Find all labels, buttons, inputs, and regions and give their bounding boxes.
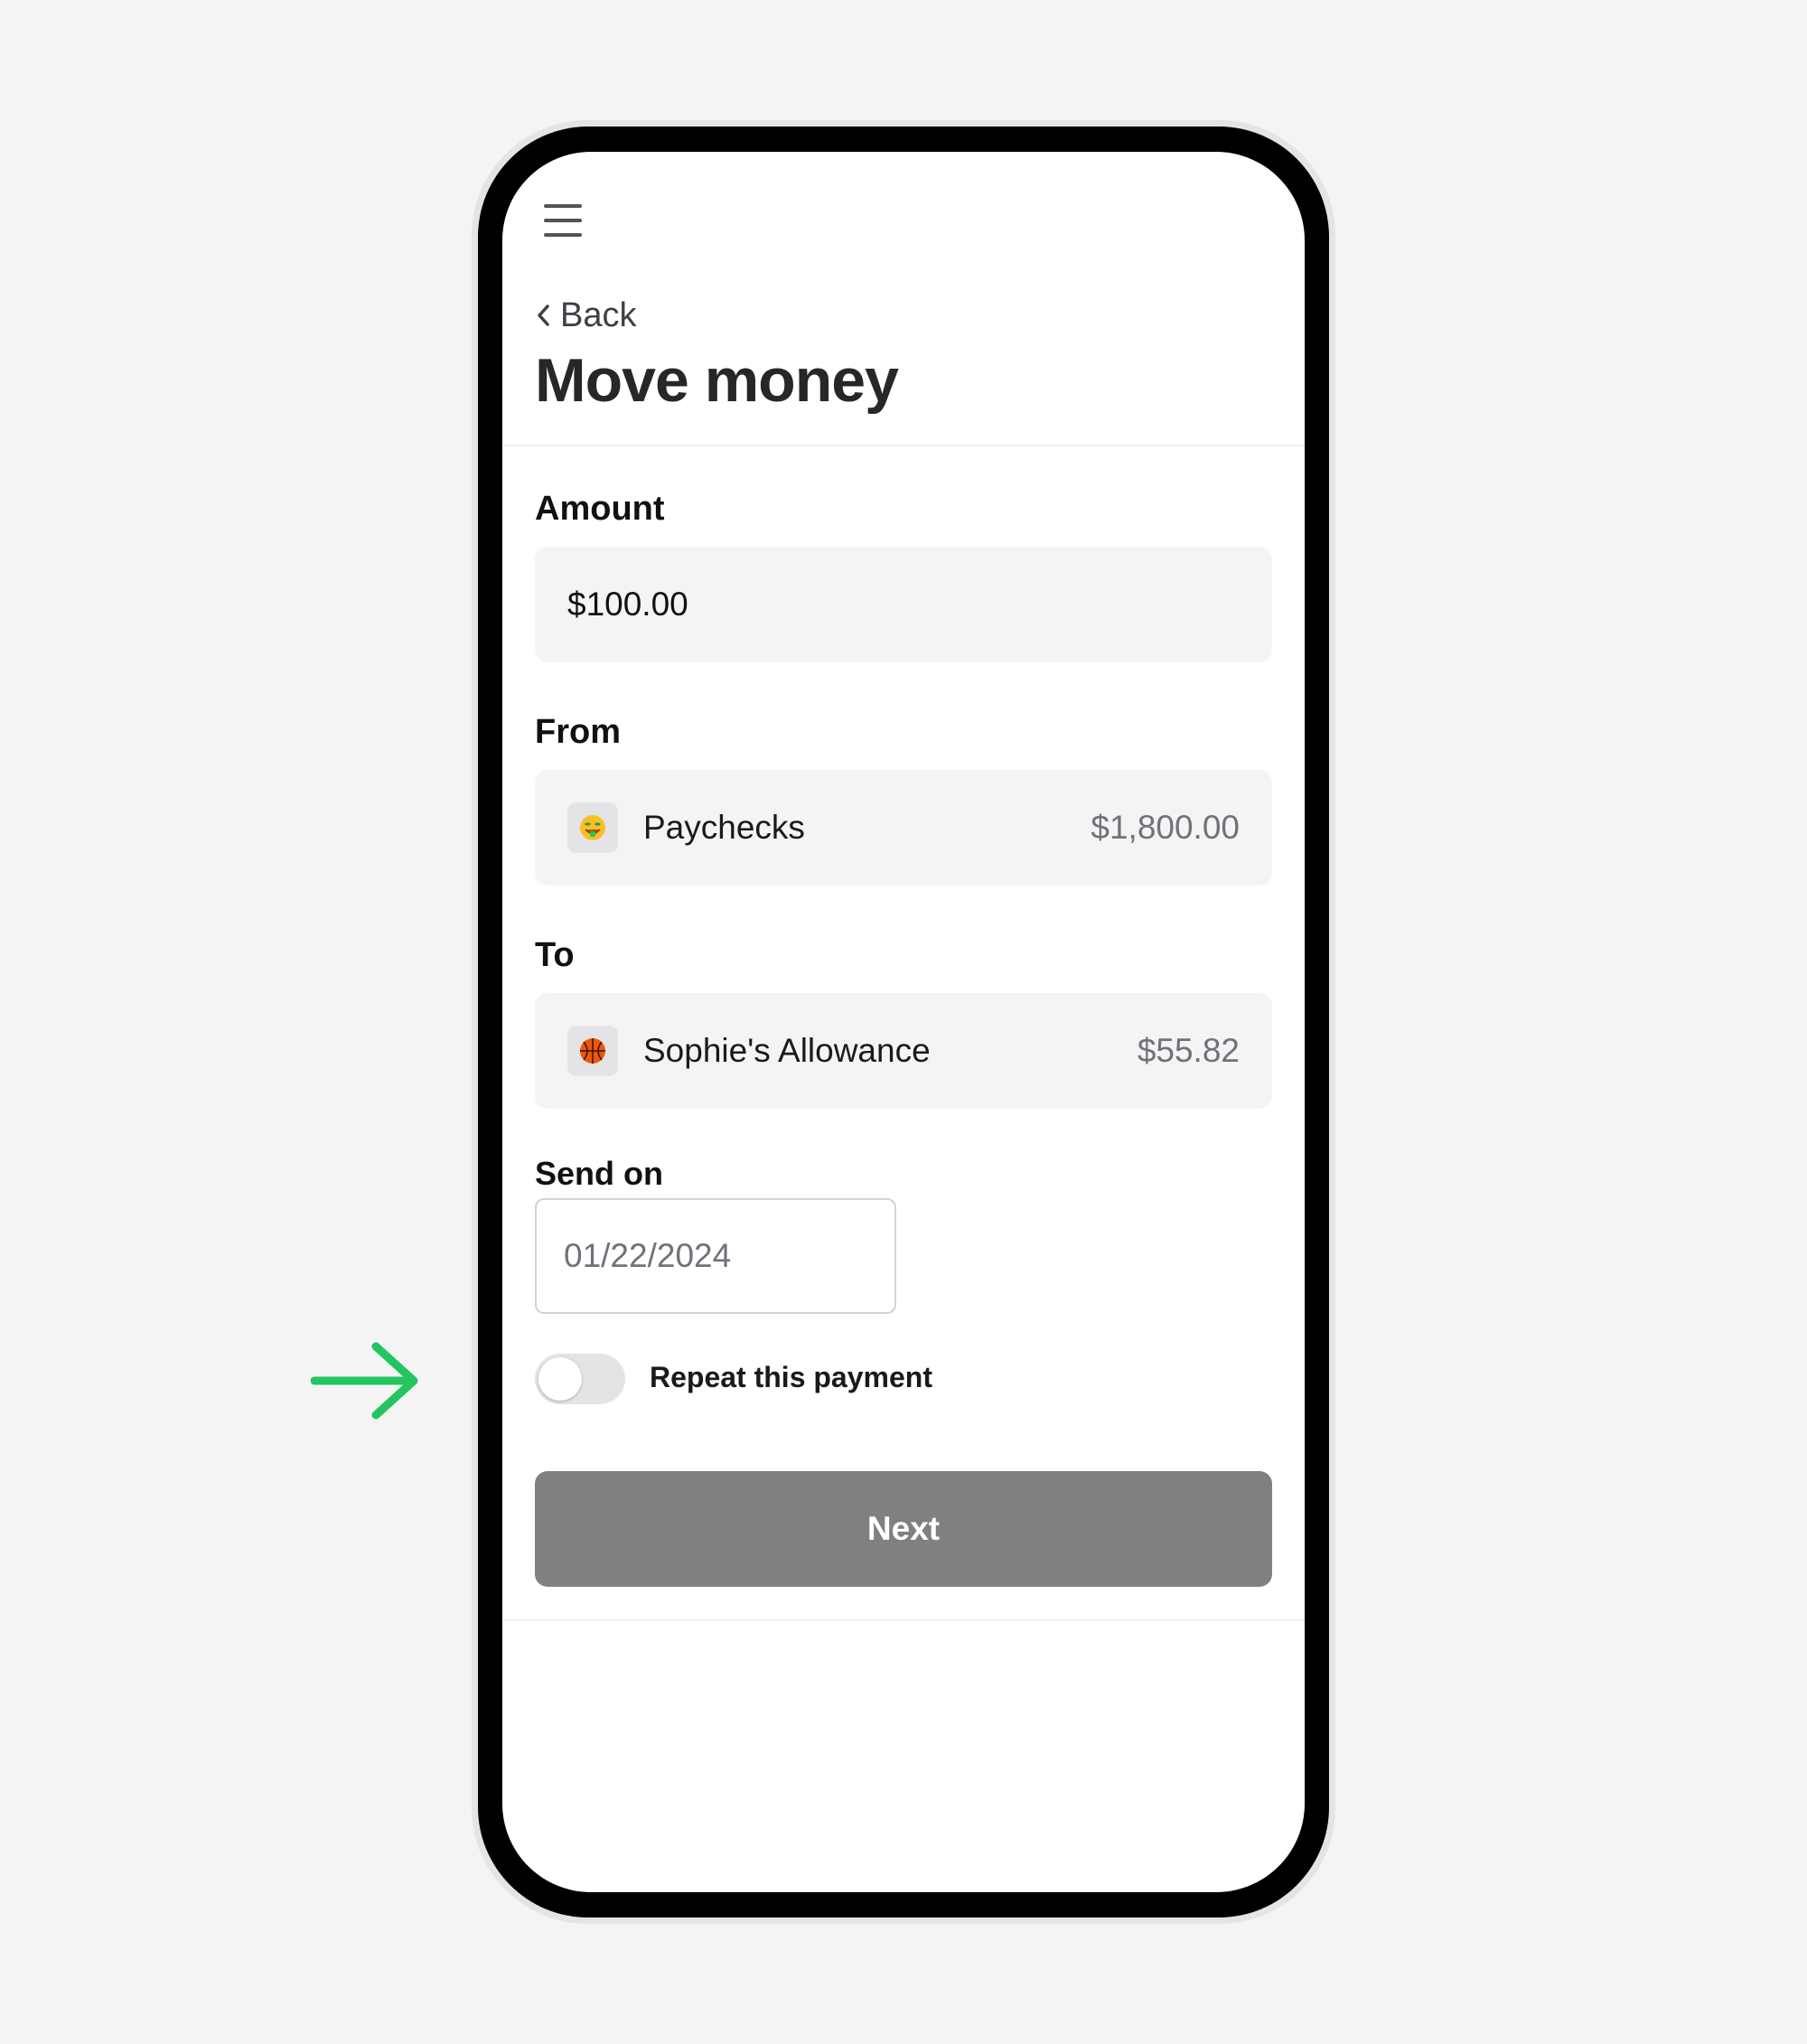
from-label: From xyxy=(535,713,621,751)
amount-label: Amount xyxy=(535,490,665,528)
send-on-date-value: 01/22/2024 xyxy=(564,1237,732,1274)
to-account-balance: $55.82 xyxy=(1137,1032,1240,1069)
amount-input[interactable]: $100.00 xyxy=(535,547,1272,662)
back-label: Back xyxy=(560,295,637,334)
repeat-payment-toggle[interactable] xyxy=(535,1354,625,1404)
basketball-icon xyxy=(567,1026,618,1076)
from-account-name: Paychecks xyxy=(643,809,805,846)
send-on-label: Send on xyxy=(535,1155,663,1192)
to-label: To xyxy=(535,936,575,974)
back-link[interactable]: Back xyxy=(535,293,636,338)
footer-divider xyxy=(502,1619,1305,1621)
from-account-balance: $1,800.00 xyxy=(1091,809,1240,846)
header-divider xyxy=(502,445,1305,446)
next-button[interactable]: Next xyxy=(535,1471,1272,1587)
amount-value: $100.00 xyxy=(567,586,688,623)
phone-screen: Back Move money Amount $100.00 From Payc… xyxy=(502,152,1305,1892)
money-face-icon xyxy=(567,802,618,853)
arrow-right-icon xyxy=(311,1342,418,1420)
to-account-name: Sophie's Allowance xyxy=(643,1032,931,1069)
to-account-select[interactable]: Sophie's Allowance $55.82 xyxy=(535,993,1272,1109)
chevron-left-icon xyxy=(538,305,549,326)
toggle-knob xyxy=(538,1357,582,1401)
repeat-payment-label: Repeat this payment xyxy=(650,1361,932,1393)
send-on-date-input[interactable]: 01/22/2024 xyxy=(535,1198,896,1314)
page-title: Move money xyxy=(535,346,899,415)
from-account-select[interactable]: Paychecks $1,800.00 xyxy=(535,770,1272,886)
hamburger-menu-icon[interactable] xyxy=(544,204,582,237)
